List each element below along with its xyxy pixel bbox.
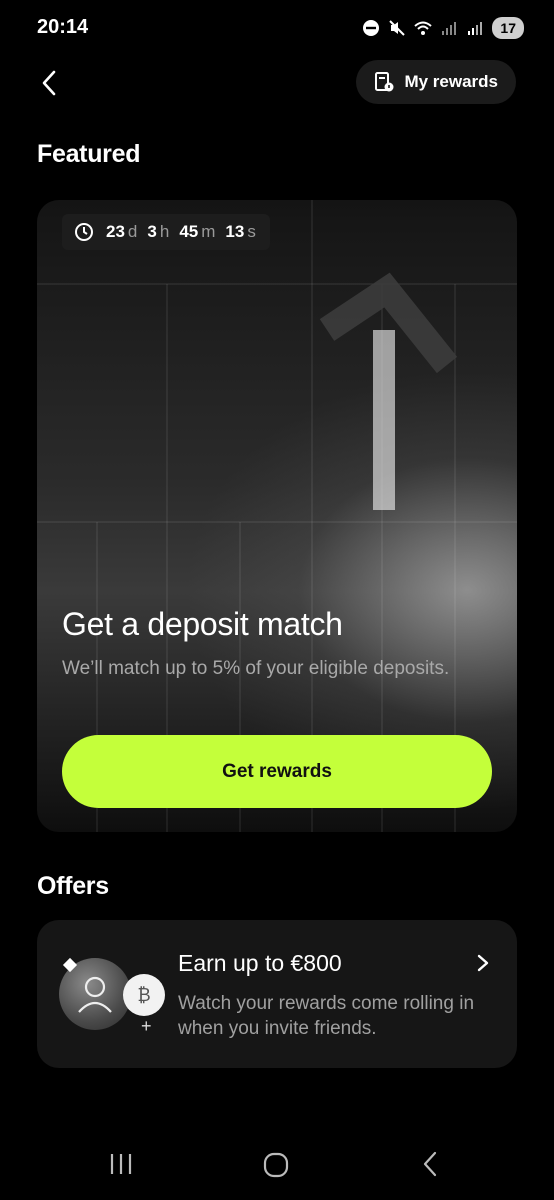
system-back-icon[interactable] [420,1149,440,1179]
recent-apps-icon[interactable] [107,1151,135,1177]
timer-hours: 3 [147,222,157,241]
battery-badge: 17 [492,17,524,39]
my-rewards-button[interactable]: My rewards [356,60,516,104]
get-rewards-label: Get rewards [222,760,332,782]
featured-section-title: Featured [37,140,141,168]
clock-icon [75,223,93,241]
do-not-disturb-icon [363,20,380,36]
offer-description: Watch your rewards come rolling in when … [178,993,475,1039]
promo-headline: Get a deposit match [62,606,343,642]
timer-minutes: 45 [179,222,199,241]
top-nav: My rewards [0,58,554,108]
status-bar: 20:14 17 [0,0,554,58]
home-icon[interactable] [262,1151,290,1179]
my-rewards-label: My rewards [404,72,498,91]
back-icon[interactable] [34,66,68,100]
timer-days: 23 [106,222,125,241]
get-rewards-button[interactable]: Get rewards [62,735,492,808]
timer-hours-unit: h [159,222,170,241]
promo-description: We’ll match up to 5% of your eligible de… [62,658,450,679]
mute-icon [389,20,406,36]
featured-promo-card[interactable]: 23 d 3 h 45 m 13 s Get a deposit match W… [37,200,517,832]
timer-seconds: 13 [225,222,245,241]
bitcoin-coin-icon: ₿ [123,974,165,1016]
signal-roaming-icon [468,22,483,35]
status-icons: 17 [362,16,524,40]
up-arrow-art [319,272,458,510]
timer-days-unit: d [127,222,138,241]
status-time: 20:14 [37,16,89,38]
timer-seconds-unit: s [247,222,256,241]
system-nav-bar [0,1135,554,1195]
timer-minutes-unit: m [201,222,216,241]
signal-icon [442,22,457,35]
rewards-receipt-icon [375,72,394,92]
countdown-timer: 23 d 3 h 45 m 13 s [62,214,270,250]
offer-title: Earn up to €800 [178,950,342,976]
offer-card-invite-friends[interactable]: ₿ + Earn up to €800 Watch your rewards c… [37,920,517,1068]
plus-icon: + [141,1016,152,1036]
chevron-right-icon [477,954,489,972]
wifi-icon [414,21,433,35]
offers-section-title: Offers [37,872,109,900]
